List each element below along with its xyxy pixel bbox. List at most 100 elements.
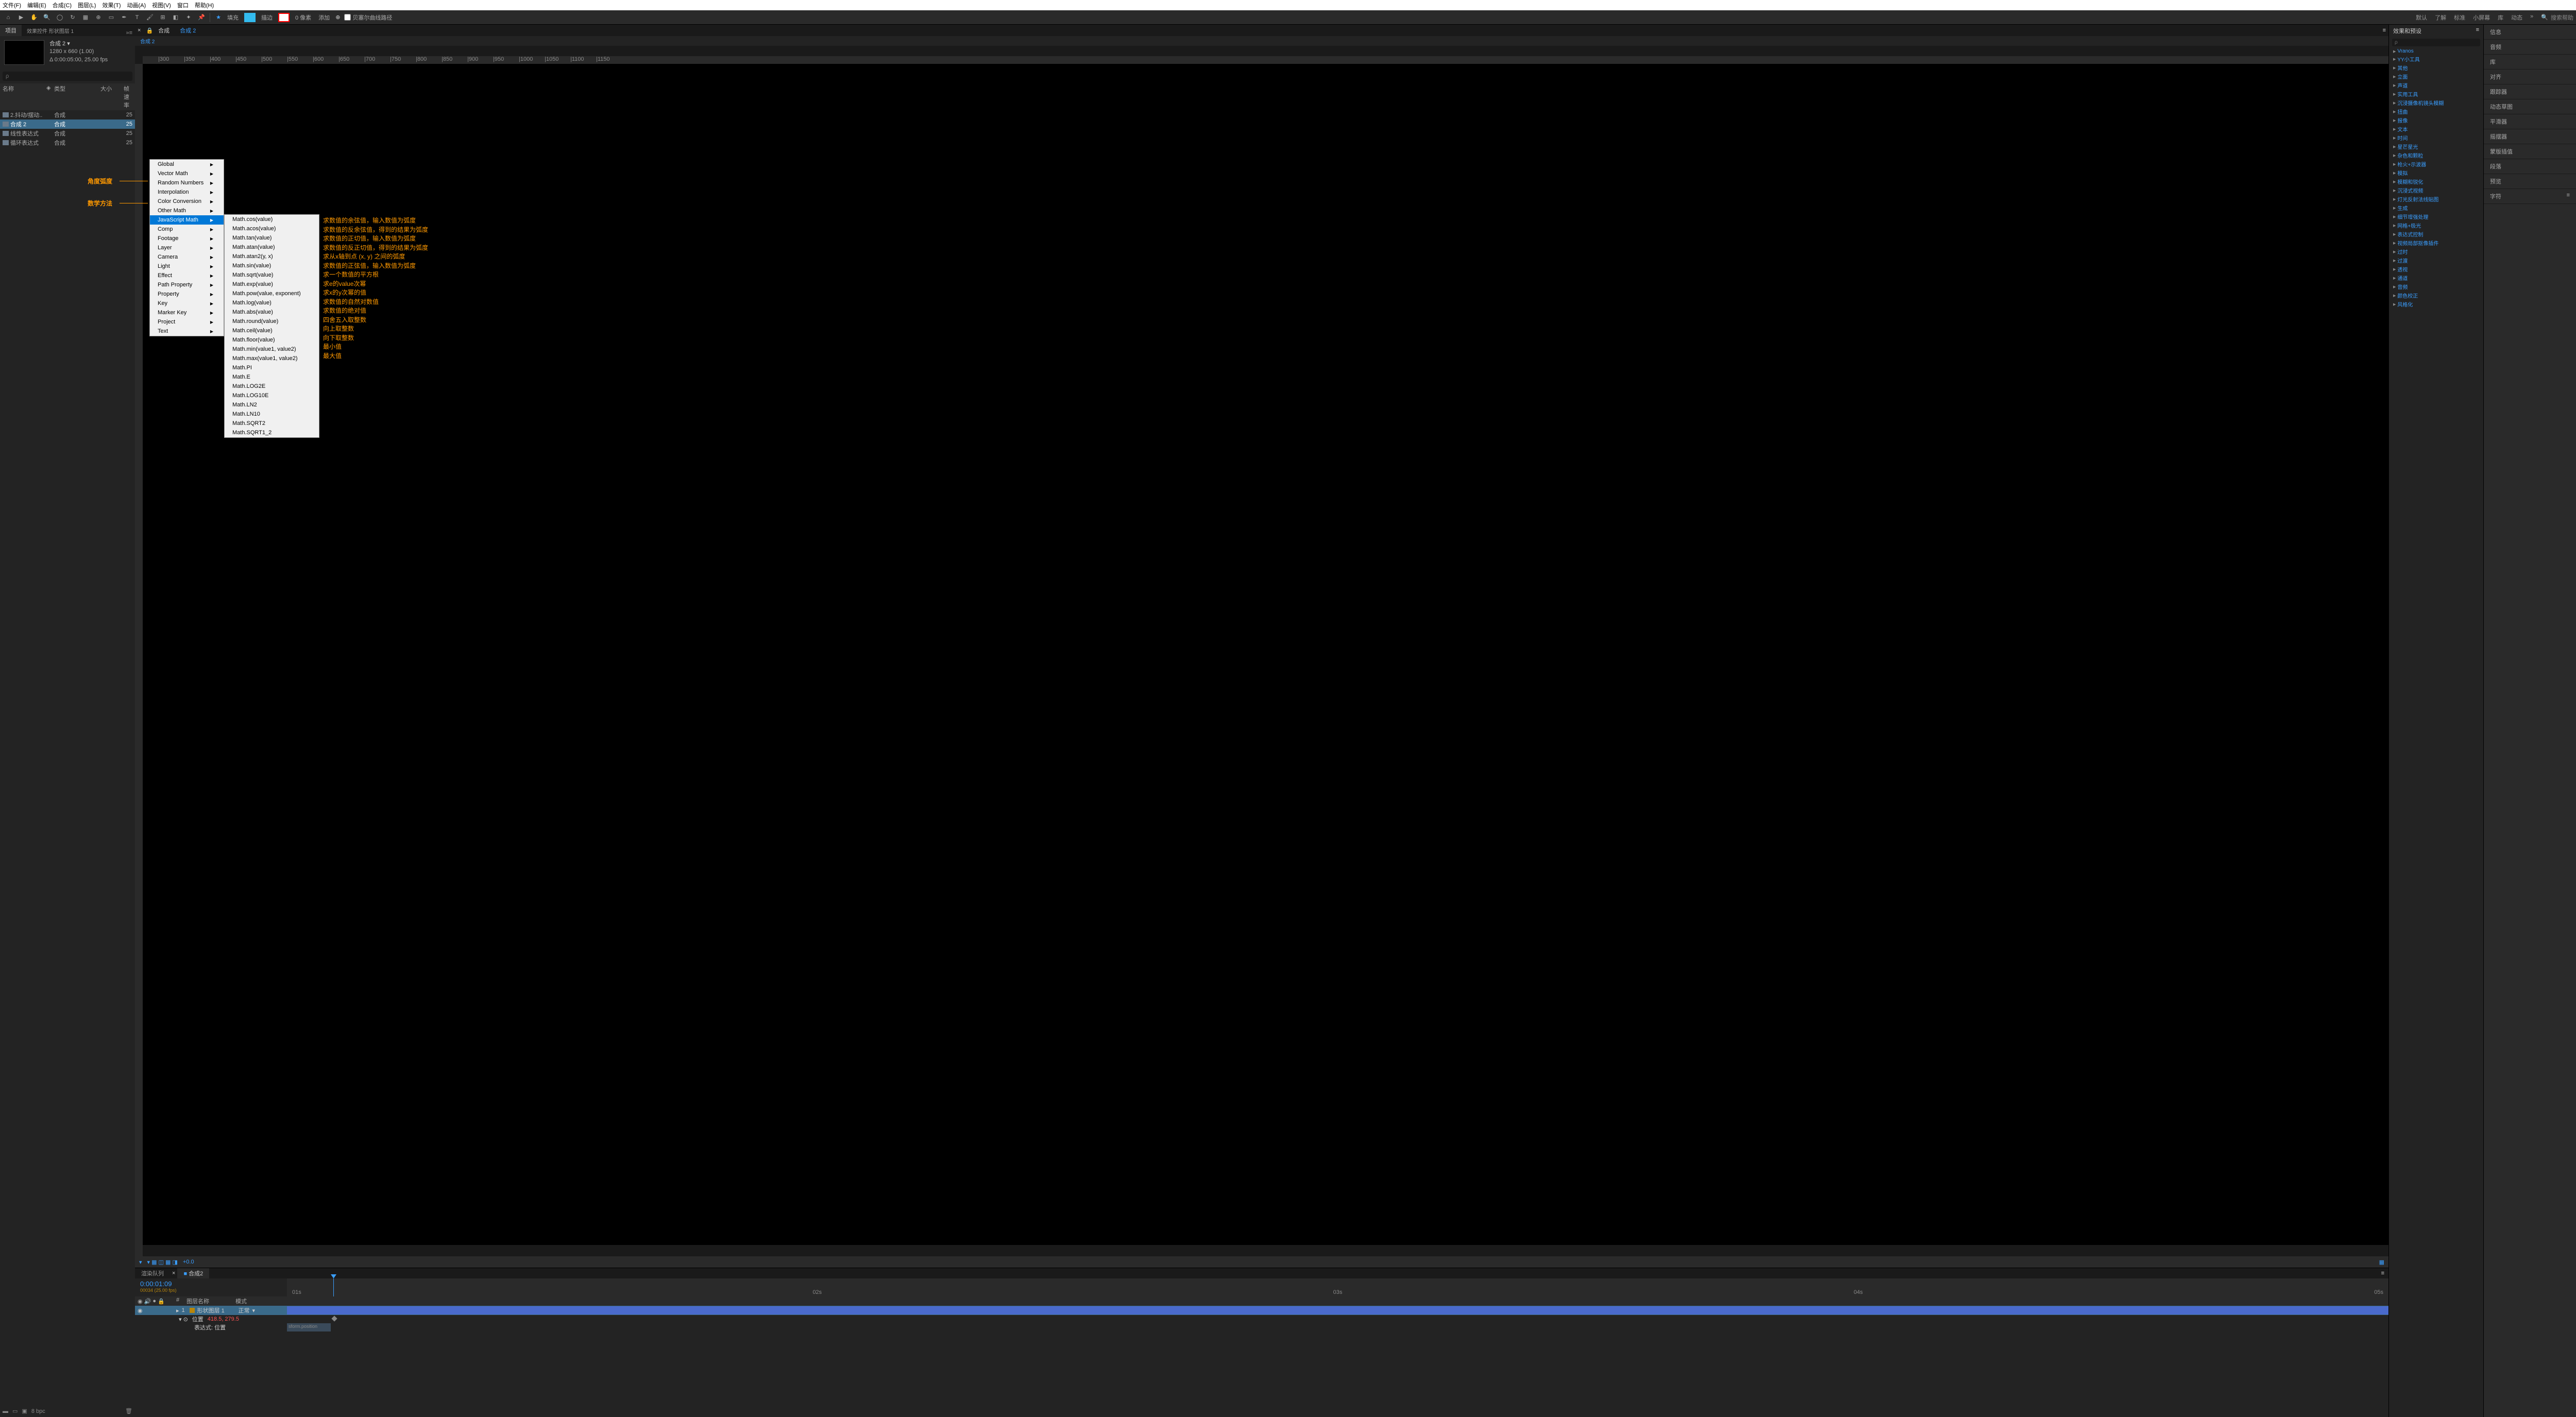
effects-menu-icon[interactable]: ≡ <box>2476 27 2479 33</box>
side-panel-音频[interactable]: 音频 <box>2484 40 2576 55</box>
bpc-icon[interactable]: 8 bpc <box>31 1408 45 1414</box>
side-panel-摇摆器[interactable]: 摇摆器 <box>2484 129 2576 144</box>
position-property[interactable]: 位置 <box>192 1315 204 1323</box>
sub-item[interactable]: Math.LN2 <box>225 400 319 409</box>
ws-small[interactable]: 小屏幕 <box>2473 13 2490 22</box>
side-panel-信息[interactable]: 信息 <box>2484 25 2576 40</box>
effect-category[interactable]: ▶模拟 <box>2392 168 2481 177</box>
sub-item[interactable]: Math.exp(value) <box>225 280 319 289</box>
viewer-tab1[interactable]: 合成 <box>158 26 170 35</box>
lock-icon[interactable]: 🔒 <box>146 27 153 34</box>
ctx-item-comp[interactable]: Comp▶ <box>150 225 224 234</box>
project-row[interactable]: 2.抖动/摆动..合成25 <box>0 110 135 119</box>
project-search[interactable]: ρ <box>3 72 132 81</box>
effect-category[interactable]: ▶灯光反射法线贴图 <box>2392 195 2481 203</box>
effect-category[interactable]: ▶枪火+示波器 <box>2392 160 2481 168</box>
ctx-item-path-property[interactable]: Path Property▶ <box>150 280 224 289</box>
effect-category[interactable]: ▶扭曲 <box>2392 107 2481 116</box>
effect-category[interactable]: ▶报像 <box>2392 116 2481 125</box>
project-tab[interactable]: 项目 <box>0 25 22 36</box>
ws-animation[interactable]: 动态 <box>2511 13 2522 22</box>
stroke-swatch[interactable] <box>278 13 290 22</box>
side-panel-对齐[interactable]: 对齐 <box>2484 70 2576 84</box>
folder-icon[interactable]: ▭ <box>12 1408 18 1414</box>
ctx-item-interpolation[interactable]: Interpolation▶ <box>150 187 224 197</box>
ctx-item-camera[interactable]: Camera▶ <box>150 252 224 262</box>
effect-category[interactable]: ▶杂色和颗粒 <box>2392 151 2481 160</box>
panel-menu-icon[interactable]: ≡ <box>2567 192 2570 198</box>
stroke-label[interactable]: 描边 <box>261 13 273 22</box>
shape-tool-icon[interactable]: ▭ <box>106 12 117 23</box>
effect-category[interactable]: ▶透视 <box>2392 265 2481 274</box>
side-panel-字符[interactable]: 字符≡ <box>2484 189 2576 204</box>
menu-help[interactable]: 帮助(H) <box>195 1 214 9</box>
timeline-ruler[interactable]: 01s 02s 03s 04s 05s <box>287 1278 2388 1296</box>
tl-menu-icon[interactable]: ≡ <box>2377 1270 2388 1276</box>
effect-category[interactable]: ▶表达式控制 <box>2392 230 2481 238</box>
side-panel-蒙版插值[interactable]: 蒙版插值 <box>2484 144 2576 159</box>
sub-item[interactable]: Math.max(value1, value2) <box>225 354 319 363</box>
sub-item[interactable]: Math.LN10 <box>225 409 319 419</box>
sub-item[interactable]: Math.log(value) <box>225 298 319 308</box>
star-icon[interactable]: ★ <box>213 12 224 23</box>
viewer-close-icon[interactable]: × <box>138 27 141 33</box>
keyframe-icon[interactable] <box>331 1316 337 1321</box>
effect-category[interactable]: ▶过时 <box>2392 247 2481 256</box>
pen-tool-icon[interactable]: ✒ <box>118 12 130 23</box>
cam-icon[interactable]: ▦ <box>2379 1259 2384 1266</box>
ctx-item-project[interactable]: Project▶ <box>150 317 224 327</box>
hand-tool-icon[interactable]: ✋ <box>28 12 40 23</box>
menu-layer[interactable]: 图层(L) <box>78 1 96 9</box>
fill-swatch[interactable] <box>244 13 256 22</box>
puppet-tool-icon[interactable]: 📌 <box>196 12 207 23</box>
side-panel-平滑器[interactable]: 平滑器 <box>2484 114 2576 129</box>
project-row[interactable]: 线性表达式合成25 <box>0 129 135 138</box>
effect-category[interactable]: ▶细节增强处理 <box>2392 212 2481 221</box>
ctx-item-key[interactable]: Key▶ <box>150 299 224 308</box>
effect-category[interactable]: ▶风格化 <box>2392 300 2481 309</box>
sub-item[interactable]: Math.floor(value) <box>225 335 319 345</box>
add-icon[interactable]: ⊕ <box>335 14 340 21</box>
bin-icon[interactable]: ▬ <box>3 1408 8 1414</box>
effect-category[interactable]: ▶模糊和锐化 <box>2392 177 2481 186</box>
ctx-item-marker-key[interactable]: Marker Key▶ <box>150 308 224 317</box>
trash-icon[interactable]: 🗑 <box>125 1408 132 1414</box>
project-columns[interactable]: 名称 ◈ 类型 大小 帧速率 <box>0 83 135 110</box>
effect-category[interactable]: ▶视频局部抠像插件 <box>2392 238 2481 247</box>
pan-behind-tool-icon[interactable]: ⊕ <box>93 12 104 23</box>
ctx-item-other-math[interactable]: Other Math▶ <box>150 206 224 215</box>
ctx-item-javascript-math[interactable]: JavaScript Math▶ <box>150 215 224 225</box>
effect-category[interactable]: ▶声道 <box>2392 81 2481 90</box>
sub-item[interactable]: Math.acos(value) <box>225 224 319 233</box>
text-tool-icon[interactable]: T <box>131 12 143 23</box>
effect-category[interactable]: ▶时间 <box>2392 133 2481 142</box>
ws-default[interactable]: 默认 <box>2416 13 2427 22</box>
effect-category[interactable]: ▶音频 <box>2392 282 2481 291</box>
res-dropdown[interactable]: ▾ ▦ ◫ ▦ ◨ <box>147 1259 178 1266</box>
sub-item[interactable]: Math.LOG10E <box>225 391 319 400</box>
project-row[interactable]: 合成 2合成25 <box>0 119 135 129</box>
project-row[interactable]: 循环表达式合成25 <box>0 138 135 147</box>
effect-category[interactable]: ▶沉浸式视频 <box>2392 186 2481 195</box>
sub-item[interactable]: Math.pow(value, exponent) <box>225 289 319 298</box>
ctx-item-layer[interactable]: Layer▶ <box>150 243 224 252</box>
sub-item[interactable]: Math.round(value) <box>225 317 319 326</box>
sub-item[interactable]: Math.PI <box>225 363 319 372</box>
render-queue-tab[interactable]: 渲染队列 <box>135 1268 170 1278</box>
side-panel-段落[interactable]: 段落 <box>2484 159 2576 174</box>
fill-label[interactable]: 填充 <box>227 13 239 22</box>
effect-category[interactable]: ▶实用工具 <box>2392 90 2481 98</box>
position-value[interactable]: 418.5, 279.5 <box>208 1316 239 1322</box>
sub-item[interactable]: Math.tan(value) <box>225 233 319 243</box>
viewer-canvas[interactable]: |300|350 |400|450 |500|550 |600|650 |700… <box>135 46 2388 1256</box>
ctx-item-random-numbers[interactable]: Random Numbers▶ <box>150 178 224 187</box>
effect-category[interactable]: ▶沉浸摄像机镜头模糊 <box>2392 98 2481 107</box>
sub-item[interactable]: Math.SQRT1_2 <box>225 428 319 437</box>
effect-category[interactable]: ▶生成 <box>2392 203 2481 212</box>
effects-search[interactable]: ρ <box>2392 39 2480 46</box>
side-panel-库[interactable]: 库 <box>2484 55 2576 70</box>
ctx-item-light[interactable]: Light▶ <box>150 262 224 271</box>
effect-category[interactable]: ▶网格+极光 <box>2392 221 2481 230</box>
ctx-item-text[interactable]: Text▶ <box>150 327 224 336</box>
panel-menu-icon[interactable]: »≡ <box>123 30 135 36</box>
